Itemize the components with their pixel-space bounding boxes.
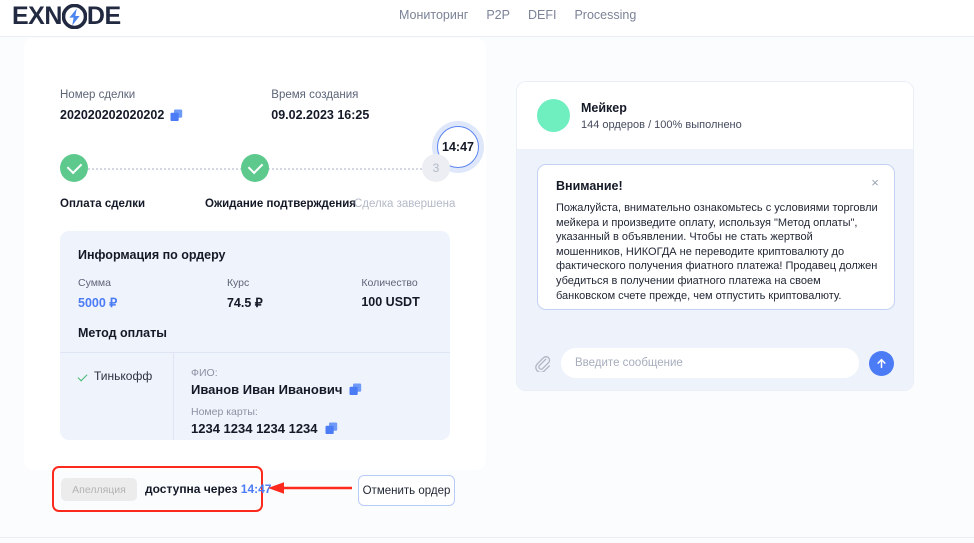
card-number-label: Номер карты: bbox=[191, 406, 258, 418]
fio-value: Иванов Иван Иванович bbox=[191, 382, 343, 397]
deal-created-label: Время создания bbox=[271, 89, 359, 101]
appeal-button[interactable]: Апелляция bbox=[61, 478, 137, 501]
order-quantity-column: Количество 100 USDT bbox=[361, 277, 434, 310]
check-icon bbox=[77, 371, 88, 381]
order-rate-label: Курс bbox=[226, 277, 250, 289]
avatar bbox=[537, 99, 570, 132]
maker-stats: 144 ордеров / 100% выполнено bbox=[581, 119, 742, 131]
payment-method-selector[interactable]: Тинькофф bbox=[60, 353, 173, 440]
payment-details: ФИО: Иванов Иван Иванович Номер карты: 1… bbox=[174, 353, 362, 440]
top-header: EXN DE Мониторинг P2P DEFI Processing bbox=[0, 0, 974, 36]
logo-text-suffix: DE bbox=[86, 2, 121, 30]
step-indicator-3: 3 bbox=[422, 154, 450, 182]
copy-icon[interactable] bbox=[325, 422, 338, 435]
warning-notice-text: Пожалуйста, внимательно ознакомьтесь с у… bbox=[556, 202, 878, 302]
warning-notice-title: Внимание! bbox=[556, 179, 623, 193]
order-rate-value: 74.5 ₽ bbox=[226, 296, 263, 310]
footer-divider bbox=[0, 537, 974, 538]
appeal-availability-prefix: доступна через bbox=[145, 482, 238, 496]
order-info-columns: Сумма 5000 ₽ Курс 74.5 ₽ Количество 100 … bbox=[78, 277, 434, 310]
payment-method-box: Тинькофф ФИО: Иванов Иван Иванович Номер… bbox=[60, 353, 450, 440]
send-message-button[interactable] bbox=[869, 350, 894, 376]
deal-card: Номер сделки 202020202020202 Время созда… bbox=[24, 38, 486, 470]
payment-method-name-row: Тинькофф bbox=[77, 369, 173, 383]
order-info-panel: Информация по ордеру Сумма 5000 ₽ Курс 7… bbox=[60, 231, 450, 440]
nav-item-p2p[interactable]: P2P bbox=[486, 8, 510, 22]
lightning-bolt-icon bbox=[61, 4, 87, 29]
fio-value-row: Иванов Иван Иванович bbox=[191, 382, 362, 397]
deal-number-value-row: 202020202020202 bbox=[60, 108, 183, 122]
nav-item-processing[interactable]: Processing bbox=[574, 8, 636, 22]
message-input[interactable] bbox=[561, 348, 859, 378]
nav-item-monitoring[interactable]: Мониторинг bbox=[399, 8, 468, 22]
warning-notice: Внимание! × Пожалуйста, внимательно озна… bbox=[537, 164, 895, 310]
arrow-up-icon bbox=[877, 358, 886, 368]
payment-method-name: Тинькофф bbox=[94, 369, 153, 383]
order-amount-value: 5000 ₽ bbox=[78, 296, 118, 310]
check-icon bbox=[66, 158, 82, 175]
deal-created-block: Время создания 09.02.2023 16:25 bbox=[271, 89, 369, 122]
card-number-value-row: 1234 1234 1234 1234 bbox=[191, 421, 362, 436]
message-composer bbox=[517, 334, 913, 390]
copy-icon[interactable] bbox=[349, 383, 362, 396]
fio-label: ФИО: bbox=[191, 367, 218, 379]
payment-method-title: Метод оплаты bbox=[78, 326, 167, 340]
deal-number-block: Номер сделки 202020202020202 bbox=[60, 89, 183, 122]
order-amount-label: Сумма bbox=[78, 277, 111, 289]
deal-created-value: 09.02.2023 16:25 bbox=[271, 108, 370, 122]
check-icon bbox=[247, 158, 263, 175]
maker-name: Мейкер bbox=[581, 101, 627, 115]
step-indicator-1 bbox=[60, 154, 88, 182]
appeal-availability-time: 14:47 bbox=[240, 482, 272, 496]
main-nav: Мониторинг P2P DEFI Processing bbox=[399, 8, 636, 22]
order-info-title: Информация по ордеру bbox=[78, 248, 226, 262]
annotation-arrow-icon bbox=[268, 481, 352, 495]
card-number-value: 1234 1234 1234 1234 bbox=[191, 421, 318, 436]
brand-logo[interactable]: EXN DE bbox=[12, 2, 121, 31]
deal-meta-row: Номер сделки 202020202020202 Время созда… bbox=[60, 89, 369, 122]
step-label-3: Сделка завершена bbox=[354, 198, 456, 210]
deal-number-value: 202020202020202 bbox=[60, 108, 165, 122]
step-label-1: Оплата сделки bbox=[60, 198, 146, 210]
chat-panel: Мейкер 144 ордеров / 100% выполнено Вним… bbox=[516, 81, 914, 391]
app-root: EXN DE Мониторинг P2P DEFI Processing Но… bbox=[0, 0, 974, 543]
deal-progress-stepper: 3 Оплата сделки Ожидание подтверждения С… bbox=[60, 154, 455, 236]
chat-body: Внимание! × Пожалуйста, внимательно озна… bbox=[517, 149, 913, 390]
order-amount-column: Сумма 5000 ₽ bbox=[78, 277, 227, 310]
order-quantity-value: 100 USDT bbox=[361, 295, 420, 309]
order-rate-column: Курс 74.5 ₽ bbox=[227, 277, 361, 310]
deal-number-label: Номер сделки bbox=[60, 89, 136, 101]
cancel-order-button[interactable]: Отменить ордер bbox=[358, 475, 455, 506]
appeal-availability-text: доступна через 14:47 bbox=[145, 482, 271, 496]
logo-text-prefix: EXN bbox=[12, 2, 62, 30]
nav-item-defi[interactable]: DEFI bbox=[528, 8, 556, 22]
step-indicator-2 bbox=[241, 154, 269, 182]
order-quantity-label: Количество bbox=[361, 277, 418, 289]
copy-icon[interactable] bbox=[170, 109, 183, 122]
step-label-2: Ожидание подтверждения bbox=[205, 198, 356, 210]
paperclip-icon[interactable] bbox=[534, 355, 551, 373]
chat-header: Мейкер 144 ордеров / 100% выполнено bbox=[517, 82, 913, 149]
close-icon[interactable]: × bbox=[868, 176, 882, 190]
